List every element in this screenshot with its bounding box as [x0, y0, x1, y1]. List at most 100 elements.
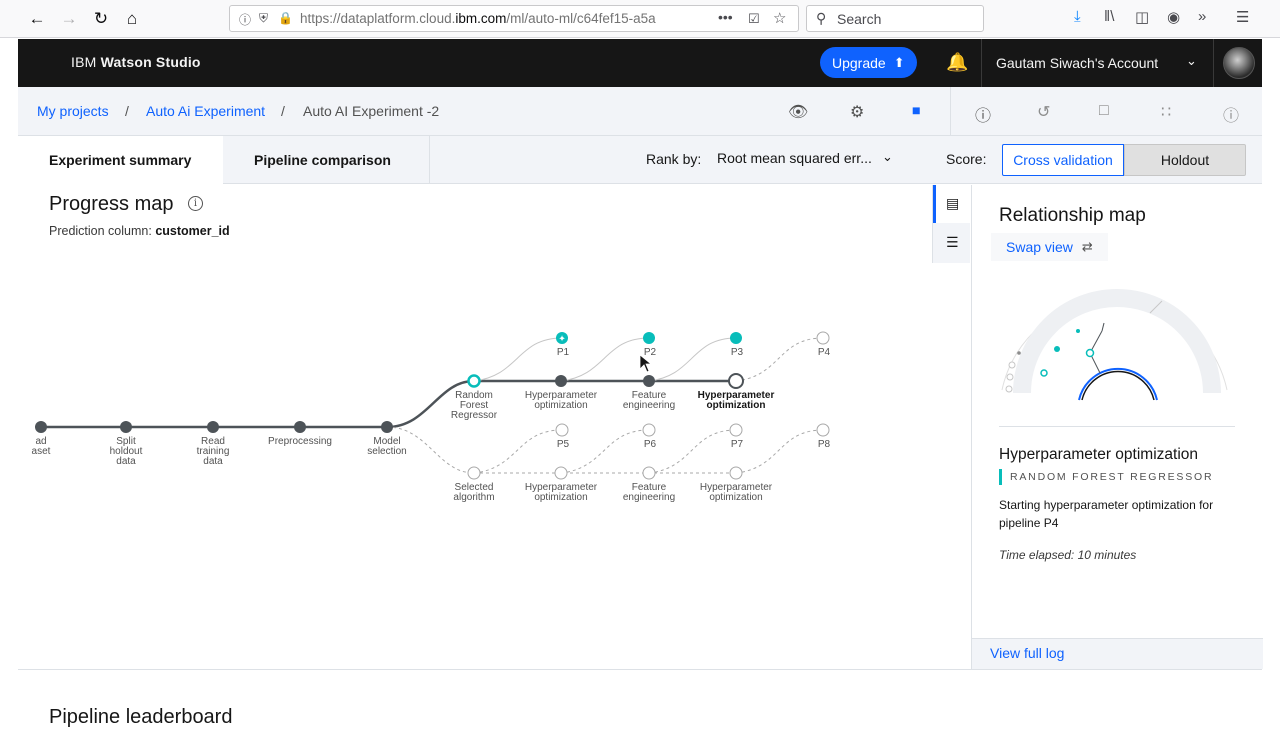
download-icon[interactable]: ⤓: [1074, 8, 1081, 25]
pipeline-node[interactable]: [643, 332, 655, 344]
breadcrumb-separator: /: [281, 103, 285, 119]
rel-node[interactable]: [1054, 346, 1060, 352]
relationship-map-chart: [1001, 289, 1228, 401]
overflow-icon[interactable]: »: [1198, 8, 1206, 25]
pipeline-link: [473, 337, 563, 382]
breadcrumb-current: Auto AI Experiment -2: [303, 103, 440, 119]
help-icon[interactable]: ⓘ: [1223, 102, 1239, 126]
library-icon[interactable]: ‖\: [1104, 8, 1114, 25]
home-icon[interactable]: ⌂: [120, 7, 144, 31]
upper-branch-node[interactable]: [728, 373, 744, 389]
swap-view-button[interactable]: Swap view ⇄: [991, 233, 1108, 261]
settings-sliders-icon[interactable]: ⚙: [850, 102, 864, 122]
comment-icon[interactable]: □: [1099, 102, 1109, 120]
upgrade-button[interactable]: Upgrade ⬆: [820, 47, 917, 78]
pipeline-label: P4: [818, 347, 831, 358]
notification-bell-icon[interactable]: 🔔: [946, 52, 968, 73]
main-node[interactable]: [294, 421, 306, 433]
back-icon[interactable]: ←: [25, 7, 49, 31]
main-node[interactable]: [35, 421, 47, 433]
upper-branch-node[interactable]: [555, 375, 567, 387]
brand[interactable]: IBM Watson Studio: [71, 54, 201, 70]
sidebar-icon[interactable]: ◫: [1135, 8, 1149, 26]
relationship-map-title: Relationship map: [999, 205, 1146, 226]
pipeline-label: P3: [731, 347, 744, 358]
score-holdout[interactable]: Holdout: [1124, 144, 1246, 176]
lower-branch-node[interactable]: [729, 466, 743, 480]
chevron-down-icon[interactable]: ⌄: [882, 149, 893, 165]
pipeline-node[interactable]: [642, 423, 656, 437]
lower-branch-label: Hyperparameter optimization: [525, 482, 598, 503]
upper-branch-label: Hyperparameter optimization: [525, 390, 598, 411]
lower-branch-node[interactable]: [467, 466, 481, 480]
toolbar-divider: [950, 87, 951, 136]
pipeline-node[interactable]: [816, 331, 830, 345]
upper-branch-label: Hyperparameter optimization: [698, 390, 775, 411]
main-node[interactable]: [381, 421, 393, 433]
left-gutter: [0, 39, 18, 720]
rel-node: [1008, 361, 1016, 369]
menu-icon[interactable]: ☰: [1236, 8, 1249, 26]
lower-branch-node[interactable]: [554, 466, 568, 480]
address-bar[interactable]: ⓘ ⛨ 🔒 https://dataplatform.cloud.ibm.com…: [229, 5, 799, 32]
pipeline-label: P2: [644, 347, 657, 358]
reload-icon[interactable]: ↻: [89, 7, 113, 31]
forward-icon[interactable]: →: [57, 7, 81, 31]
account-switcher[interactable]: Gautam Siwach's Account: [996, 55, 1158, 71]
avatar[interactable]: [1223, 47, 1255, 79]
upper-branch-node[interactable]: [467, 374, 481, 388]
pocket-icon[interactable]: ☑: [748, 11, 760, 27]
main-node[interactable]: [207, 421, 219, 433]
rank-by-dropdown[interactable]: Root mean squared err...: [717, 150, 872, 166]
stop-icon[interactable]: ⏹: [912, 101, 921, 121]
status-badge: RANDOM FOREST REGRESSOR: [999, 469, 1213, 485]
pipeline-link: [560, 429, 650, 474]
rel-node[interactable]: [1085, 348, 1095, 358]
rel-node[interactable]: [1076, 329, 1080, 333]
bookmark-star-icon[interactable]: ☆: [773, 9, 786, 27]
pipeline-link: [473, 429, 563, 474]
breadcrumb-project[interactable]: Auto Ai Experiment: [146, 103, 265, 119]
info-icon[interactable]: ⓘ: [239, 11, 251, 28]
rel-arc: [1013, 289, 1221, 394]
lower-branch-node[interactable]: [642, 466, 656, 480]
breadcrumb-my-projects[interactable]: My projects: [37, 103, 109, 119]
main-node[interactable]: [120, 421, 132, 433]
pipeline-link: [648, 337, 737, 382]
shield-icon[interactable]: ⛨: [259, 11, 268, 26]
url-text[interactable]: https://dataplatform.cloud.ibm.com/ml/au…: [300, 11, 682, 26]
pipeline-node[interactable]: [730, 332, 742, 344]
more-icon[interactable]: •••: [718, 9, 733, 25]
upper-branch-node[interactable]: [643, 375, 655, 387]
rel-node: [1006, 373, 1014, 381]
tab-pipeline-comparison[interactable]: Pipeline comparison: [223, 136, 430, 184]
rel-node[interactable]: [1040, 369, 1048, 377]
pipeline-node[interactable]: [729, 423, 743, 437]
status-title: Hyperparameter optimization: [999, 446, 1199, 463]
history-icon[interactable]: ↺: [1037, 102, 1050, 122]
score-cross-validation[interactable]: Cross validation: [1002, 144, 1124, 176]
pipeline-node[interactable]: [816, 423, 830, 437]
info-icon[interactable]: i: [188, 196, 203, 211]
progress-map-panel: ad aset Split holdout data Read training data Pr…: [18, 185, 971, 669]
account-icon[interactable]: ◉: [1167, 8, 1180, 26]
time-elapsed: Time elapsed: 10 minutes: [999, 548, 1137, 562]
list-view-icon[interactable]: ☰: [946, 234, 959, 251]
upper-branch-label: Random Forest Regressor: [451, 390, 498, 421]
pipeline-node[interactable]: [555, 423, 569, 437]
prediction-column: Prediction column: customer_id: [49, 224, 230, 238]
eye-icon[interactable]: 👁: [788, 102, 808, 122]
lower-branch-label: Hyperparameter optimization: [700, 482, 773, 503]
view-full-log-link[interactable]: View full log: [990, 645, 1064, 661]
relationship-map-panel: Relationship map Swap view ⇄ Hyperparamet…: [971, 185, 1263, 669]
search-icon: ⚲: [816, 10, 827, 26]
browser-search-input[interactable]: ⚲ Search: [806, 5, 984, 32]
apps-icon[interactable]: ∷: [1161, 102, 1171, 122]
main-node-label: Split holdout data: [110, 436, 143, 467]
map-view-button[interactable]: ▤: [933, 185, 971, 223]
tab-experiment-summary[interactable]: Experiment summary: [18, 136, 223, 184]
pipeline-label: P7: [731, 439, 744, 450]
info-icon[interactable]: ⓘ: [975, 102, 991, 126]
chevron-down-icon[interactable]: ⌄: [1186, 53, 1197, 69]
lock-icon[interactable]: 🔒: [278, 11, 293, 25]
